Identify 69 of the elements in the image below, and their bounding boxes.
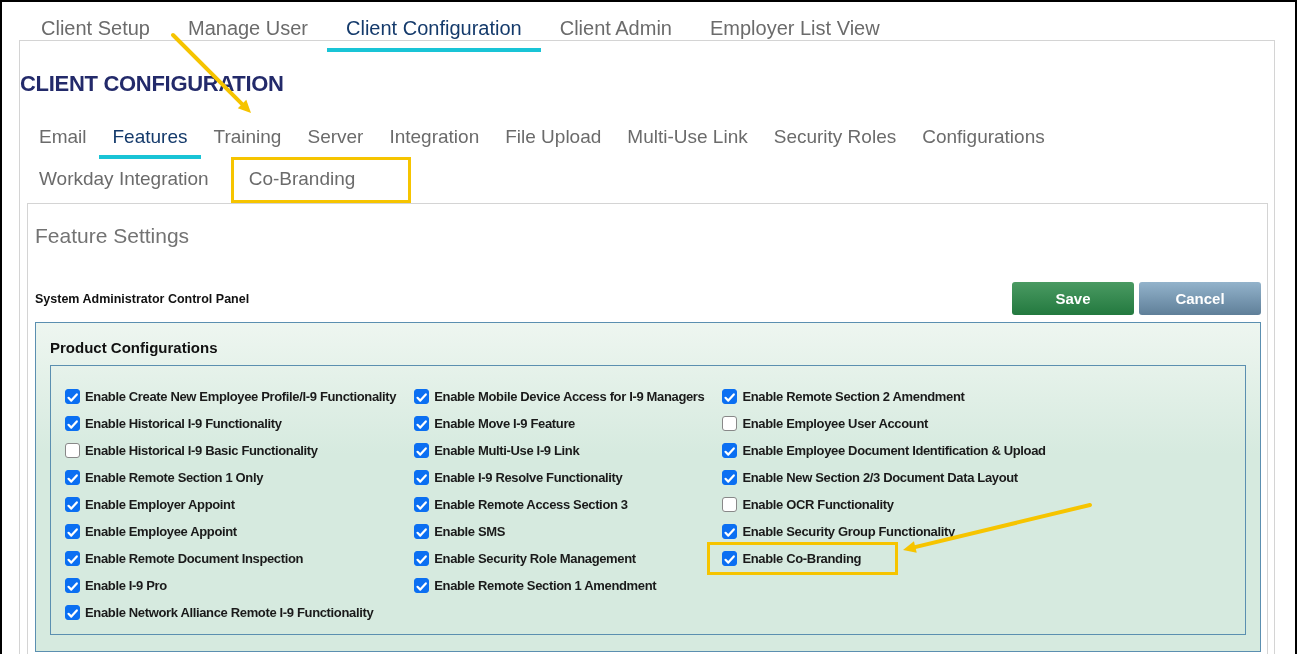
checkbox-label: Enable Historical I-9 Basic Functionality — [85, 443, 318, 458]
checkbox-label: Enable Remote Section 1 Only — [85, 470, 264, 485]
checkbox-label: Enable Employee Appoint — [85, 524, 237, 539]
checkbox[interactable] — [414, 416, 430, 431]
checkbox[interactable] — [65, 470, 80, 485]
checkbox[interactable] — [722, 497, 738, 512]
checkbox[interactable] — [722, 524, 738, 539]
checkbox-label: Enable I-9 Pro — [85, 578, 167, 593]
sub-tab[interactable]: Email — [39, 117, 100, 159]
checkbox[interactable] — [414, 389, 430, 404]
checkbox-label: Enable Remote Section 2 Amendment — [742, 389, 965, 404]
checkbox[interactable] — [65, 524, 80, 539]
sub-tab[interactable]: Training — [213, 117, 295, 159]
top-tab[interactable]: Employer List View — [690, 14, 899, 52]
checkbox-label: Enable Security Group Functionality — [742, 524, 955, 539]
checkbox-label: Enable Employer Appoint — [85, 497, 235, 512]
checkbox[interactable] — [722, 416, 738, 431]
checkbox-label: Enable OCR Functionality — [742, 497, 894, 512]
sub-tab[interactable]: Configurations — [922, 117, 1058, 159]
sub-tab[interactable]: Security Roles — [773, 117, 910, 159]
checkbox-label: Enable Multi-Use I-9 Link — [434, 443, 580, 458]
checkbox-label: Enable Remote Access Section 3 — [434, 497, 628, 512]
checkbox[interactable] — [414, 497, 430, 512]
panel-title: System Administrator Control Panel — [35, 291, 250, 306]
sub-tab[interactable]: Integration — [389, 117, 493, 159]
checkbox[interactable] — [414, 443, 430, 458]
checkbox[interactable] — [65, 497, 80, 512]
group-title: Product Configurations — [50, 339, 219, 356]
checkbox[interactable] — [722, 389, 738, 404]
checkbox-label: Enable New Section 2/3 Document Data Layout — [742, 470, 1018, 485]
checkbox-label: Enable Co-Branding — [742, 551, 862, 566]
checkbox[interactable] — [722, 443, 738, 458]
checkbox[interactable] — [65, 389, 80, 404]
checkbox[interactable] — [65, 551, 80, 566]
sub-tab[interactable]: Multi-Use Link — [627, 117, 761, 159]
checkbox[interactable] — [414, 551, 430, 566]
checkbox[interactable] — [414, 578, 430, 593]
sub-tab[interactable]: Co-Branding — [234, 159, 369, 201]
top-tab[interactable]: Client Configuration — [327, 14, 541, 52]
checkbox-label: Enable Employee Document Identification & Upload — [742, 443, 1046, 458]
checkbox-label: Enable Remote Document Inspection — [85, 551, 304, 566]
checkbox-label: Enable I-9 Resolve Functionality — [434, 470, 623, 485]
checkbox[interactable] — [414, 470, 430, 485]
section-title: Feature Settings — [35, 224, 191, 248]
sub-tab[interactable]: File Upload — [505, 117, 615, 159]
cancel-button[interactable]: Cancel — [1139, 282, 1261, 315]
checkbox[interactable] — [722, 470, 738, 485]
sub-tab[interactable]: Features — [98, 117, 201, 159]
checkbox-label: Enable Move I-9 Feature — [434, 416, 575, 431]
checkbox[interactable] — [65, 605, 80, 620]
save-button[interactable]: Save — [1012, 282, 1134, 315]
top-tab[interactable]: Client Setup — [22, 14, 169, 52]
top-tab[interactable]: Client Admin — [540, 14, 691, 52]
checkbox[interactable] — [65, 578, 80, 593]
sub-tab[interactable]: Server — [307, 117, 377, 159]
checkbox-label: Enable Create New Employee Profile/I-9 Functionality — [85, 389, 397, 404]
checkbox-label: Enable Security Role Management — [434, 551, 636, 566]
checkbox-label: Enable SMS — [434, 524, 506, 539]
checkbox-label: Enable Network Alliance Remote I-9 Functionality — [85, 605, 374, 620]
checkbox[interactable] — [722, 551, 738, 566]
checkbox-label: Enable Employee User Account — [742, 416, 928, 431]
checkbox[interactable] — [65, 443, 80, 458]
top-tab[interactable]: Manage User — [168, 14, 328, 52]
checkbox[interactable] — [65, 416, 80, 431]
checkbox-label: Enable Mobile Device Access for I-9 Managers — [434, 389, 705, 404]
checkbox-label: Enable Remote Section 1 Amendment — [434, 578, 657, 593]
checkbox-label: Enable Historical I-9 Functionality — [85, 416, 282, 431]
checkbox[interactable] — [414, 524, 430, 539]
sub-tab[interactable]: Workday Integration — [39, 159, 222, 201]
